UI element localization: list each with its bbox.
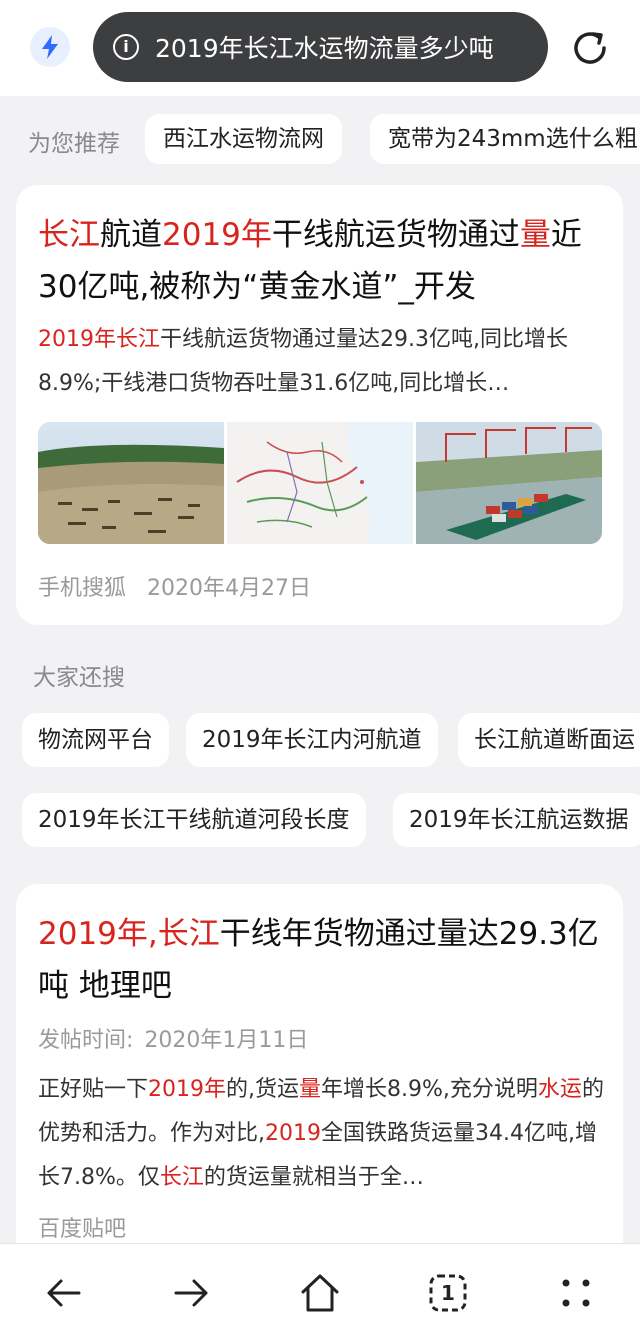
home-icon — [301, 1274, 339, 1312]
source-name: 百度贴吧 — [38, 1217, 127, 1242]
result-snippet: 2019年长江干线航运货物通过量达29.3亿吨,同比增长8.9%;干线港口货物吞… — [38, 318, 608, 406]
snippet-part: 量 — [299, 1077, 322, 1102]
snippet-part: 的,货运 — [226, 1077, 300, 1102]
search-result-card[interactable]: 2019年,长江干线年货物通过量达29.3亿吨 地理吧 发帖时间: 2020年1… — [16, 884, 623, 1284]
river-aerial-photo — [38, 422, 224, 544]
recommend-row: 为您推荐 西江水运物流网 宽带为243mm选什么粗 — [0, 108, 640, 170]
result-snippet: 正好贴一下2019年的,货运量年增长8.9%,充分说明水运的优势和活力。作为对比… — [38, 1068, 608, 1200]
container-ship-port-photo — [416, 422, 602, 544]
related-search-chip[interactable]: 物流网平台 — [22, 713, 169, 767]
snippet-part: 2019年长江 — [38, 327, 160, 352]
post-time-date: 2020年1月11日 — [144, 1028, 309, 1053]
title-part: 长江 — [38, 217, 100, 253]
forward-button[interactable] — [165, 1266, 219, 1320]
title-part: 2019年 — [162, 217, 272, 253]
river-aerial-image[interactable] — [38, 422, 224, 544]
snippet-part: 正好贴一下 — [38, 1077, 149, 1102]
related-search-chip[interactable]: 2019年长江内河航道 — [186, 713, 438, 767]
title-part: 干线航运货物通过 — [271, 217, 520, 253]
title-part: 航道 — [100, 217, 162, 253]
result-source: 百度贴吧 — [38, 1211, 126, 1243]
related-search-chip[interactable]: 2019年长江航运数据 — [393, 793, 640, 847]
snippet-part: 2019 — [265, 1121, 321, 1146]
snippet-part: 年增长8.9%,充分说明 — [321, 1077, 538, 1102]
lightning-bolt-icon — [42, 35, 58, 59]
snippet-part: 水运 — [537, 1077, 582, 1102]
post-time: 发帖时间: 2020年1月11日 — [38, 1022, 308, 1054]
quick-mode-button[interactable] — [30, 27, 70, 67]
tab-count: 1 — [441, 1281, 455, 1305]
river-network-map-image[interactable] — [227, 422, 413, 544]
post-time-label: 发帖时间: — [38, 1028, 134, 1053]
refresh-button[interactable] — [566, 24, 614, 72]
recommend-chip[interactable]: 宽带为243mm选什么粗 — [370, 114, 640, 164]
source-date: 2020年4月27日 — [147, 576, 311, 601]
result-title[interactable]: 长江航道2019年干线航运货物通过量近30亿吨,被称为“黄金水道”_开发 — [38, 209, 603, 313]
back-button[interactable] — [36, 1266, 90, 1320]
search-query-bar[interactable]: i 2019年长江水运物流量多少吨 — [93, 12, 548, 82]
related-search-chip[interactable]: 2019年长江干线航道河段长度 — [22, 793, 366, 847]
river-network-map — [227, 422, 413, 544]
info-icon: i — [113, 34, 139, 60]
snippet-part: 的货运量就相当于全… — [203, 1165, 424, 1190]
tabs-button[interactable]: 1 — [421, 1266, 475, 1320]
more-menu-button[interactable] — [549, 1266, 603, 1320]
search-query-text: 2019年长江水运物流量多少吨 — [155, 34, 494, 63]
home-button[interactable] — [293, 1266, 347, 1320]
more-icon — [562, 1279, 590, 1307]
title-part: 2019年,长江 — [38, 916, 220, 952]
search-result-card[interactable]: 长江航道2019年干线航运货物通过量近30亿吨,被称为“黄金水道”_开发 201… — [16, 185, 623, 625]
forward-arrow-icon — [174, 1279, 208, 1307]
also-searched-label: 大家还搜 — [33, 665, 125, 691]
snippet-part: 长江 — [159, 1165, 204, 1190]
snippet-part: 2019年 — [148, 1077, 227, 1102]
recommend-label: 为您推荐 — [28, 131, 120, 157]
refresh-icon — [574, 32, 606, 64]
title-part: 量 — [519, 217, 551, 253]
result-source: 手机搜狐 2020年4月27日 — [38, 570, 311, 602]
top-bar: i 2019年长江水运物流量多少吨 — [0, 0, 640, 96]
container-port-image[interactable] — [416, 422, 602, 544]
back-arrow-icon — [47, 1279, 81, 1307]
result-title[interactable]: 2019年,长江干线年货物通过量达29.3亿吨 地理吧 — [38, 908, 608, 1012]
recommend-chip[interactable]: 西江水运物流网 — [145, 114, 342, 164]
bottom-navigation-bar: 1 — [0, 1243, 640, 1342]
related-search-chip[interactable]: 长江航道断面运 — [458, 713, 640, 767]
source-name: 手机搜狐 — [38, 576, 127, 601]
